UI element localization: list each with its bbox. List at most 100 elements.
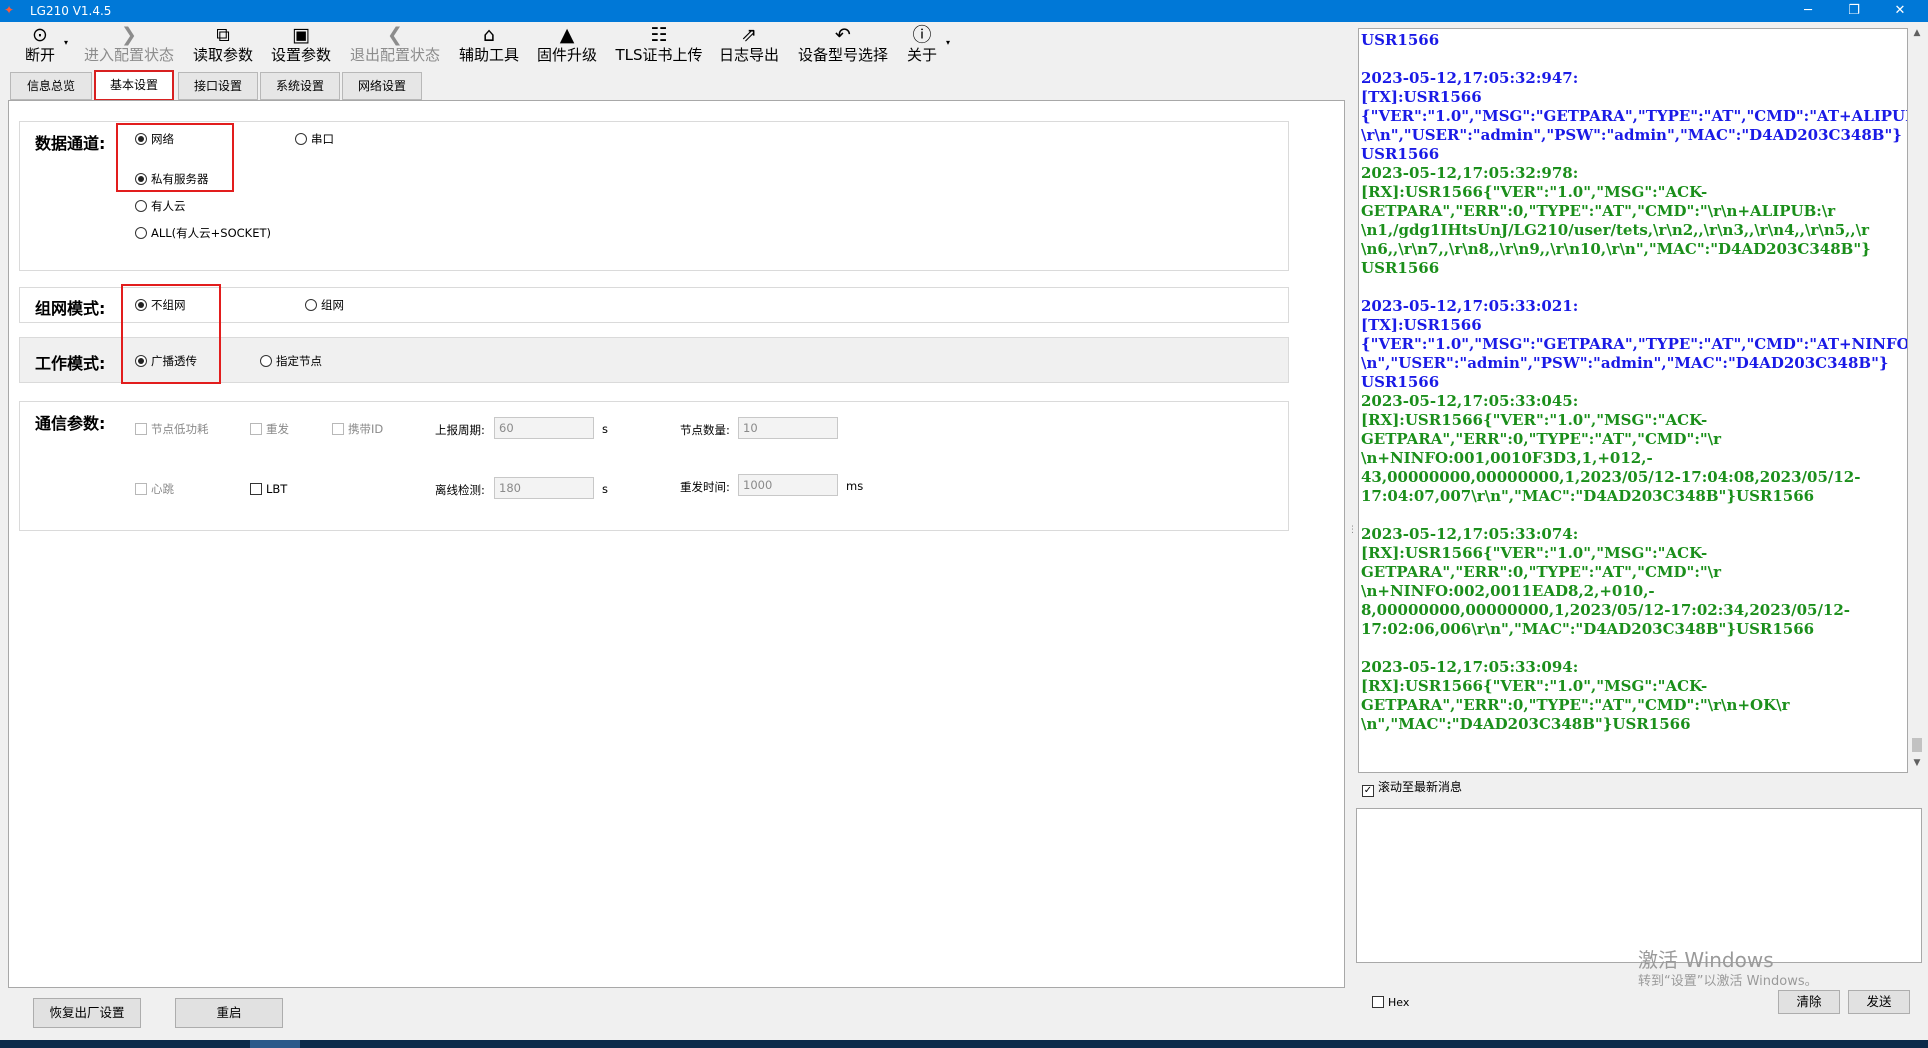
log-line: USR1566 <box>1361 373 1440 391</box>
log-line: 2023-05-12,17:05:33:094: <box>1361 658 1579 676</box>
exit-config-button[interactable]: ❮ 退出配置状态 <box>346 24 444 68</box>
send-button[interactable]: 发送 <box>1848 990 1910 1014</box>
radio-unchecked-icon <box>135 227 147 239</box>
highlight-box <box>116 123 234 192</box>
autoscroll-checkbox[interactable]: ✓ 滚动至最新消息 <box>1362 780 1462 797</box>
data-channel-title: 数据通道: <box>35 134 106 153</box>
radio-usr-cloud[interactable]: 有人云 <box>135 199 186 213</box>
tab-network-settings[interactable]: 网络设置 <box>342 72 422 100</box>
radio-network-mode[interactable]: 组网 <box>305 298 344 312</box>
log-line: \n6,,\r\n7,,\r\n8,,\r\n9,,\r\n10,\r\n","… <box>1361 240 1871 258</box>
set-params-button[interactable]: ▣ 设置参数 <box>268 24 334 68</box>
basic-settings-panel: 数据通道: 网络 串口 私有服务器 有人云 ALL(有人云+SOCKET) 组网… <box>8 100 1345 988</box>
tab-system-settings[interactable]: 系统设置 <box>260 72 340 100</box>
radio-serial[interactable]: 串口 <box>295 132 334 146</box>
log-line: USR1566 <box>1361 259 1440 277</box>
log-line: 2023-05-12,17:05:32:947: <box>1361 69 1579 87</box>
offline-detect-label: 离线检测: <box>435 483 485 497</box>
taskbar <box>0 1040 1928 1048</box>
log-output[interactable]: USR1566 2023-05-12,17:05:32:947: [TX]:USR1… <box>1358 28 1908 773</box>
activation-watermark-sub: 转到“设置”以激活 Windows。 <box>1638 974 1818 989</box>
title-bar: ✦ LG210 V1.4.5 ─ ❐ ✕ <box>0 0 1928 22</box>
log-line: 17:04:07,007\r\n","MAC":"D4AD203C348B"}U… <box>1361 487 1815 505</box>
firmware-upgrade-button[interactable]: ▲ 固件升级 <box>534 24 600 68</box>
enter-config-button[interactable]: ❯ 进入配置状态 <box>80 24 178 68</box>
close-button[interactable]: ✕ <box>1880 0 1920 22</box>
offline-detect-input[interactable]: 180 <box>494 477 594 499</box>
log-line: [TX]:USR1566 <box>1361 316 1482 334</box>
checkbox-resend[interactable]: 重发 <box>250 422 289 436</box>
log-scrollbar[interactable]: ▲ ▼ <box>1910 28 1924 773</box>
info-icon: ⓘ <box>912 24 932 46</box>
scroll-thumb[interactable] <box>1912 738 1922 752</box>
resend-time-unit: ms <box>846 479 864 493</box>
chevron-left-icon: ❮ <box>387 24 403 46</box>
report-period-input[interactable]: 60 <box>494 417 594 439</box>
about-dropdown-icon[interactable]: ▾ <box>946 38 950 47</box>
log-line: 2023-05-12,17:05:32:978: <box>1361 164 1579 182</box>
checkbox-icon <box>332 423 344 435</box>
taskbar-item[interactable] <box>250 1040 300 1048</box>
disconnect-dropdown-icon[interactable]: ▾ <box>64 38 68 47</box>
report-period-label: 上报周期: <box>435 423 485 437</box>
hex-checkbox[interactable]: Hex <box>1372 996 1409 1010</box>
toolbar: ⊙ 断开 ▾ ❯ 进入配置状态 ⧉ 读取参数 ▣ 设置参数 ❮ 退出配置状态 ⌂… <box>0 22 1350 68</box>
aux-tools-button[interactable]: ⌂ 辅助工具 <box>456 24 522 68</box>
factory-reset-button[interactable]: 恢复出厂设置 <box>33 998 141 1028</box>
certificate-icon: ☷ <box>650 24 668 46</box>
log-line: 2023-05-12,17:05:33:021: <box>1361 297 1579 315</box>
minimize-button[interactable]: ─ <box>1788 0 1828 22</box>
radio-all[interactable]: ALL(有人云+SOCKET) <box>135 226 271 240</box>
restart-button[interactable]: 重启 <box>175 998 283 1028</box>
device-model-button[interactable]: ↶ 设备型号选择 <box>794 24 892 68</box>
radio-specific-node[interactable]: 指定节点 <box>260 354 322 368</box>
window-title: LG210 V1.4.5 <box>30 4 112 18</box>
splitter-handle[interactable]: ⋮ <box>1348 490 1357 570</box>
chevron-right-icon: ❯ <box>121 24 137 46</box>
scroll-down-icon[interactable]: ▼ <box>1910 758 1924 768</box>
tls-upload-button[interactable]: ☷ TLS证书上传 <box>612 24 706 68</box>
export-icon: ⇗ <box>741 24 757 46</box>
tab-interface-settings[interactable]: 接口设置 <box>178 72 258 100</box>
checkbox-icon <box>1372 996 1384 1008</box>
data-channel-group: 数据通道: 网络 串口 私有服务器 有人云 ALL(有人云+SOCKET) <box>19 121 1289 271</box>
log-line: [RX]:USR1566{"VER":"1.0","MSG":"ACK- <box>1361 183 1708 201</box>
log-line: [RX]:USR1566{"VER":"1.0","MSG":"ACK- <box>1361 411 1708 429</box>
node-count-input[interactable]: 10 <box>738 417 838 439</box>
log-line: \n+NINFO:002,0011EAD8,2,+010,- <box>1361 582 1655 600</box>
log-line: [RX]:USR1566{"VER":"1.0","MSG":"ACK- <box>1361 677 1708 695</box>
checkbox-carry-id[interactable]: 携带ID <box>332 422 383 436</box>
comm-params-group: 通信参数: 节点低功耗 重发 携带ID 上报周期: 60 s 节点数量: 10 … <box>19 401 1289 531</box>
log-line: \n+NINFO:001,0010F3D3,1,+012,- <box>1361 449 1653 467</box>
save-icon: ▣ <box>292 24 310 46</box>
checkbox-heartbeat[interactable]: 心跳 <box>135 482 174 496</box>
log-line: USR1566 <box>1361 145 1440 163</box>
log-line: 2023-05-12,17:05:33:074: <box>1361 525 1579 543</box>
checkmark-icon: ✓ <box>1362 785 1374 797</box>
log-line: 43,00000000,00000000,1,2023/05/12-17:04:… <box>1361 468 1861 486</box>
send-input[interactable] <box>1356 808 1922 963</box>
log-text: USR1566 2023-05-12,17:05:32:947: [TX]:USR1… <box>1361 31 1907 734</box>
resend-time-input[interactable]: 1000 <box>738 474 838 496</box>
disconnect-icon: ⊙ <box>32 24 48 46</box>
clear-button[interactable]: 清除 <box>1778 990 1840 1014</box>
log-line: [RX]:USR1566{"VER":"1.0","MSG":"ACK- <box>1361 544 1708 562</box>
read-params-button[interactable]: ⧉ 读取参数 <box>190 24 256 68</box>
restore-button[interactable]: ❐ <box>1834 0 1874 22</box>
log-export-button[interactable]: ⇗ 日志导出 <box>716 24 782 68</box>
log-line: \n","MAC":"D4AD203C348B"}USR1566 <box>1361 715 1691 733</box>
work-mode-title: 工作模式: <box>35 354 106 373</box>
about-button[interactable]: ⓘ 关于 <box>904 24 940 68</box>
checkbox-icon <box>135 423 147 435</box>
checkbox-lbt[interactable]: LBT <box>250 482 287 496</box>
node-count-label: 节点数量: <box>680 423 730 437</box>
disconnect-button[interactable]: ⊙ 断开 <box>18 24 62 68</box>
checkbox-icon <box>135 483 147 495</box>
tab-overview[interactable]: 信息总览 <box>10 72 92 100</box>
checkbox-low-power[interactable]: 节点低功耗 <box>135 422 209 436</box>
report-period-unit: s <box>602 422 608 436</box>
rocket-icon: ▲ <box>559 24 575 46</box>
tab-basic-settings[interactable]: 基本设置 <box>94 70 174 101</box>
scroll-up-icon[interactable]: ▲ <box>1910 28 1924 38</box>
